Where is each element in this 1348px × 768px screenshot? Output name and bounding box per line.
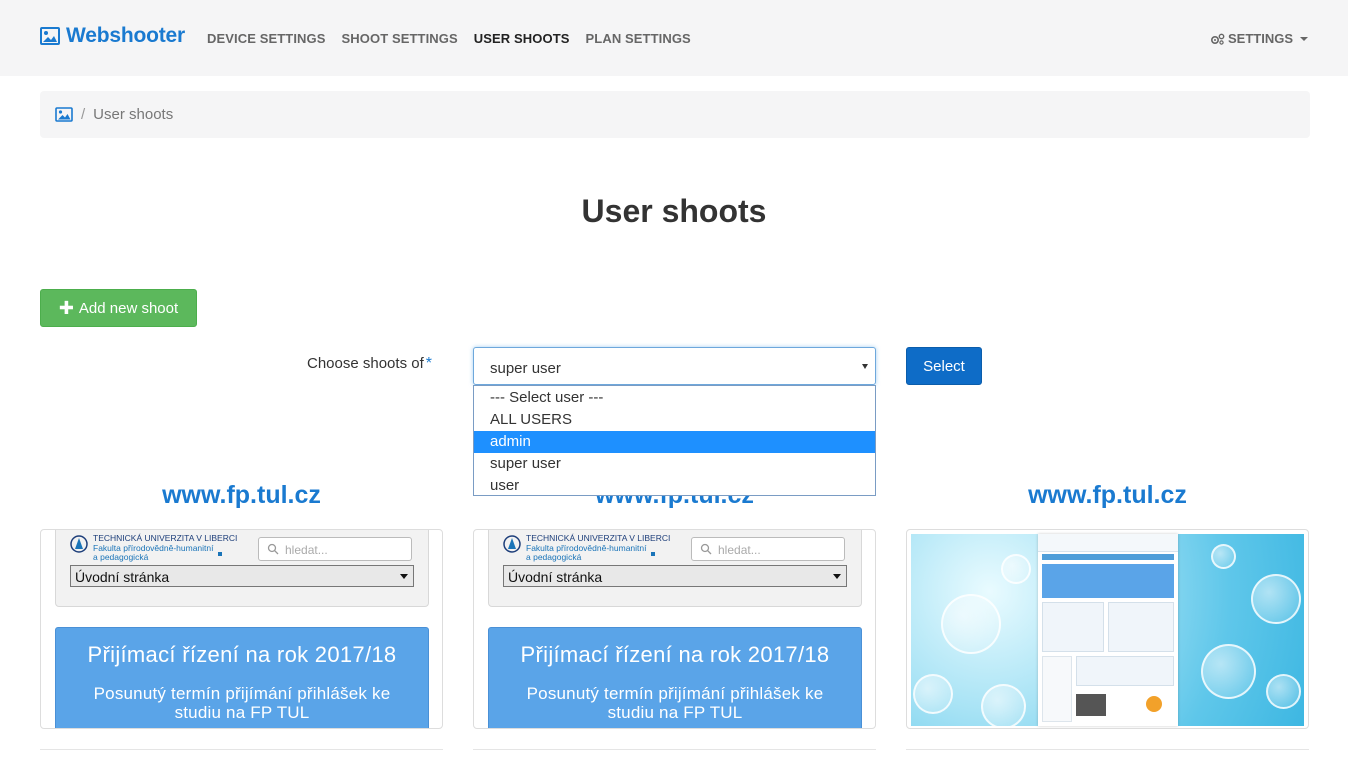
university-logo-icon (70, 535, 88, 553)
preview-banner-sub-line2: studiu na FP TUL (607, 703, 743, 722)
preview-bubble (1251, 574, 1301, 624)
select-button[interactable]: Select (906, 347, 982, 385)
choose-shoots-text: Choose shoots of (307, 355, 424, 372)
preview-banner-subtitle: Posunutý termín přijímání přihlášek ke s… (489, 684, 861, 722)
settings-label: SETTINGS (1227, 31, 1293, 46)
preview-page-nav (1042, 554, 1174, 560)
nav-device-settings[interactable]: DEVICE SETTINGS (207, 31, 326, 46)
preview-banner-title: Přijímací řízení na rok 2017/18 (520, 642, 830, 667)
shoot-title[interactable]: www.fp.tul.cz (906, 481, 1309, 510)
required-mark: * (425, 355, 432, 372)
preview-bubble (1211, 544, 1236, 569)
choose-shoots-label: Choose shoots of * (307, 355, 432, 373)
preview-search-placeholder: hledat... (285, 543, 328, 557)
preview-square (651, 552, 655, 556)
preview-page-sidebar (1042, 656, 1072, 722)
preview-search-placeholder: hledat... (718, 543, 761, 557)
preview-menu-select: Úvodní stránka (70, 565, 414, 587)
user-select-options: --- Select user --- ALL USERS admin supe… (473, 385, 876, 496)
preview-bubble (1266, 674, 1301, 709)
shoot-card[interactable]: TECHNICKÁ UNIVERZITA V LIBERCI Fakulta p… (473, 529, 876, 729)
main-nav: DEVICE SETTINGS SHOOT SETTINGS USER SHOO… (207, 31, 691, 46)
preview-header: TECHNICKÁ UNIVERZITA V LIBERCI Fakulta p… (488, 530, 862, 607)
preview-page-photo (1076, 694, 1106, 716)
shoot-title[interactable]: www.fp.tul.cz (40, 481, 443, 510)
chevron-down-icon (1300, 37, 1308, 41)
preview-menu-value: Úvodní stránka (508, 569, 603, 585)
add-new-shoot-label: Add new shoot (78, 299, 179, 317)
option-all-users[interactable]: ALL USERS (474, 409, 875, 431)
preview-faculty: Fakulta přírodovědně-humanitní a pedagog… (93, 544, 214, 562)
preview-search: hledat... (258, 537, 412, 561)
preview-page-banner (1042, 564, 1174, 598)
preview-search: hledat... (691, 537, 845, 561)
preview-page-tiles (1076, 656, 1174, 686)
card-divider (906, 749, 1309, 750)
preview-bubble (981, 684, 1026, 728)
preview-bubble (1201, 644, 1256, 699)
preview-university: TECHNICKÁ UNIVERZITA V LIBERCI (93, 533, 238, 543)
preview-banner-title: Přijímací řízení na rok 2017/18 (87, 642, 397, 667)
preview-menu-select: Úvodní stránka (503, 565, 847, 587)
preview-square (218, 552, 222, 556)
preview-banner-sub-line2: studiu na FP TUL (174, 703, 310, 722)
preview-banner: Přijímací řízení na rok 2017/18 Posunutý… (488, 627, 862, 728)
nav-plan-settings[interactable]: PLAN SETTINGS (586, 31, 691, 46)
settings-dropdown[interactable]: SETTINGS (1210, 31, 1308, 46)
option-user[interactable]: user (474, 475, 875, 497)
preview-faculty-line2: a pedagogická (526, 552, 582, 562)
preview-bubble (941, 594, 1001, 654)
nav-shoot-settings[interactable]: SHOOT SETTINGS (342, 31, 458, 46)
chevron-down-icon (833, 574, 841, 579)
add-new-shoot-button[interactable]: ✚ Add new shoot (40, 289, 197, 327)
preview-page-box (1042, 602, 1104, 652)
option-select-user[interactable]: --- Select user --- (474, 387, 875, 409)
nav-user-shoots[interactable]: USER SHOOTS (474, 31, 570, 46)
preview-university: TECHNICKÁ UNIVERZITA V LIBERCI (526, 533, 671, 543)
preview-faculty: Fakulta přírodovědně-humanitní a pedagog… (526, 544, 647, 562)
breadcrumb-separator: / (81, 106, 86, 123)
option-admin[interactable]: admin (474, 431, 875, 453)
search-icon (700, 543, 712, 555)
preview-page-badge (1146, 696, 1162, 712)
chevron-down-icon (862, 364, 868, 369)
preview-banner-sub-line1: Posunutý termín přijímání přihlášek ke (93, 684, 391, 703)
user-select-value: super user (490, 360, 561, 377)
university-logo-icon (503, 535, 521, 553)
preview-desktop-page (1038, 534, 1178, 726)
user-select[interactable]: super user (473, 347, 876, 385)
page-title: User shoots (581, 193, 767, 229)
preview-banner: Přijímací řízení na rok 2017/18 Posunutý… (55, 627, 429, 728)
shoot-card[interactable]: TECHNICKÁ UNIVERZITA V LIBERCI Fakulta p… (40, 529, 443, 729)
plus-icon: ✚ (58, 298, 74, 318)
breadcrumb-current: User shoots (93, 106, 174, 123)
brand-name: Webshooter (66, 24, 185, 47)
preview-faculty-line2: a pedagogická (93, 552, 149, 562)
preview-header: TECHNICKÁ UNIVERZITA V LIBERCI Fakulta p… (55, 530, 429, 607)
breadcrumb: / User shoots (40, 91, 1310, 138)
preview-banner-subtitle: Posunutý termín přijímání přihlášek ke s… (56, 684, 428, 722)
card-divider (473, 749, 876, 750)
preview-page-header (1038, 534, 1178, 552)
card-divider (40, 749, 443, 750)
navbar: Webshooter DEVICE SETTINGS SHOOT SETTING… (0, 0, 1348, 76)
image-icon[interactable] (55, 107, 73, 122)
search-icon (267, 543, 279, 555)
chevron-down-icon (400, 574, 408, 579)
preview-banner-sub-line1: Posunutý termín přijímání přihlášek ke (526, 684, 824, 703)
option-super-user[interactable]: super user (474, 453, 875, 475)
image-icon (40, 27, 60, 45)
preview-page-box (1108, 602, 1174, 652)
gears-icon (1210, 33, 1225, 45)
brand-link[interactable]: Webshooter (40, 24, 185, 48)
shoot-card[interactable] (906, 529, 1309, 729)
preview-bubble (1001, 554, 1031, 584)
preview-bubble (913, 674, 953, 714)
preview-menu-value: Úvodní stránka (75, 569, 170, 585)
